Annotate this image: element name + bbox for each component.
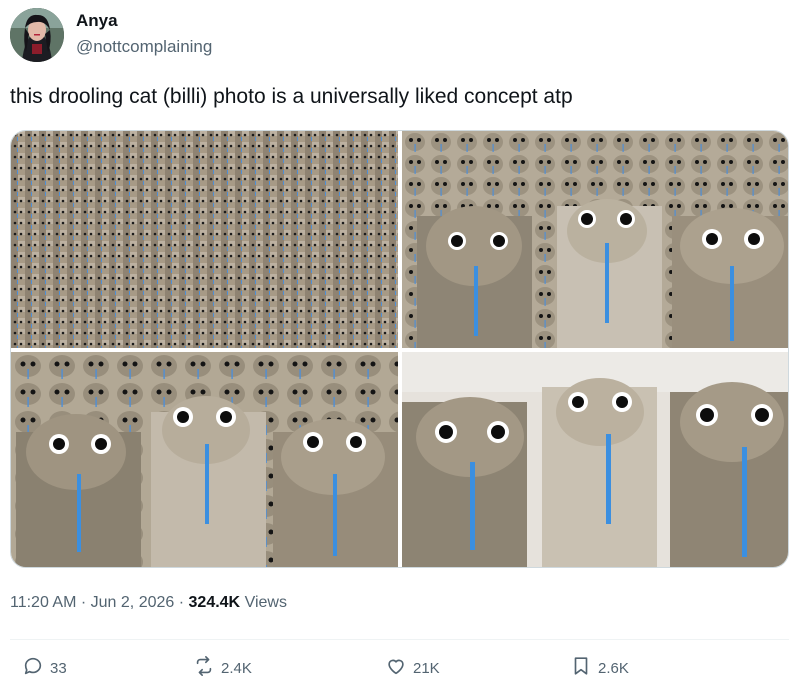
tweet-meta: 11:20 AM · Jun 2, 2026 · 324.4K Views xyxy=(10,594,287,612)
media-grid[interactable] xyxy=(10,130,789,568)
avatar[interactable] xyxy=(10,8,64,62)
tweet-time[interactable]: 11:20 AM xyxy=(10,594,76,611)
reply-button[interactable]: 33 xyxy=(22,655,67,681)
tweet-date[interactable]: Jun 2, 2026 xyxy=(91,594,175,611)
meta-separator: · xyxy=(178,594,185,611)
photo-3-trio-crowd[interactable] xyxy=(11,352,398,567)
views-label: Views xyxy=(244,594,287,611)
like-count: 21K xyxy=(413,659,440,677)
repost-button[interactable]: 2.4K xyxy=(193,655,252,681)
bookmark-count: 2.6K xyxy=(598,659,629,677)
bookmark-button[interactable]: 2.6K xyxy=(570,655,629,681)
repost-icon xyxy=(193,655,215,681)
divider xyxy=(10,639,789,640)
like-button[interactable]: 21K xyxy=(385,655,440,681)
like-icon xyxy=(385,655,407,681)
tweet-text: this drooling cat (billi) photo is a uni… xyxy=(10,85,573,108)
photo-4-trio[interactable] xyxy=(402,352,788,567)
views-count: 324.4K xyxy=(188,594,241,611)
meta-separator: · xyxy=(80,594,87,611)
photo-1-mosaic[interactable] xyxy=(11,131,398,348)
reply-icon xyxy=(22,655,44,681)
photo-2-crowd[interactable] xyxy=(402,131,788,348)
reply-count: 33 xyxy=(50,659,67,677)
bookmark-icon xyxy=(570,655,592,681)
action-bar: 33 2.4K 21K 2.6K xyxy=(0,655,800,691)
repost-count: 2.4K xyxy=(221,659,252,677)
author-name[interactable]: Anya xyxy=(76,11,118,31)
author-handle[interactable]: @nottcomplaining xyxy=(76,37,212,57)
